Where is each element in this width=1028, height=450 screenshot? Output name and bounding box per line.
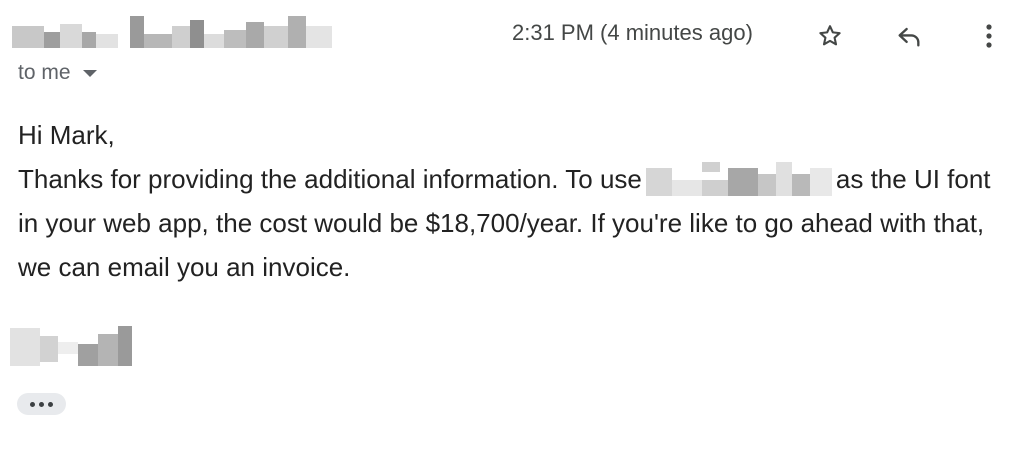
message-body: Hi Mark, Thanks for providing the additi… [18, 113, 1008, 289]
vertical-dots-icon [986, 24, 992, 48]
recipient-label: to me [18, 61, 71, 84]
star-button[interactable] [810, 16, 850, 56]
reply-arrow-icon [898, 27, 920, 47]
message-timestamp: 2:31 PM (4 minutes ago) [512, 20, 753, 45]
font-name-redacted [645, 162, 832, 196]
recipient-details-toggle[interactable]: to me [18, 61, 97, 85]
ellipsis-dot [30, 401, 35, 407]
ellipsis-dot [48, 401, 53, 407]
signature-redacted [10, 326, 132, 366]
greeting-line: Hi Mark, [18, 120, 115, 150]
caret-down-icon [82, 69, 97, 77]
message-paragraph: Thanks for providing the additional info… [18, 157, 1008, 289]
reply-button[interactable] [889, 16, 929, 56]
more-options-button[interactable] [969, 16, 1009, 56]
sender-name-redacted [12, 12, 334, 52]
star-outline-icon [819, 25, 841, 46]
show-trimmed-content-button[interactable] [17, 393, 66, 415]
message-text-before-redaction: Thanks for providing the additional info… [18, 164, 642, 194]
ellipsis-dot [39, 401, 44, 407]
